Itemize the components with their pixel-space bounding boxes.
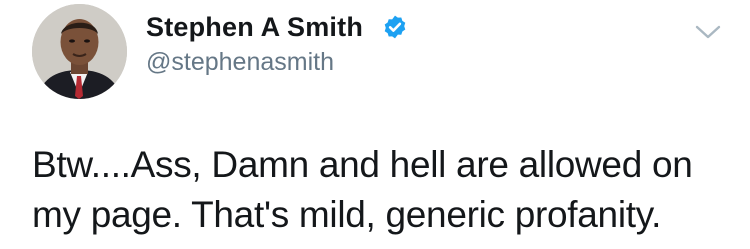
chevron-down-icon[interactable]: [693, 22, 723, 42]
verified-badge-icon: [384, 15, 406, 39]
tweet-text-line: my page. That's mild, generic profanity.: [32, 194, 662, 235]
avatar[interactable]: [32, 4, 127, 99]
user-handle[interactable]: @stephenasmith: [146, 48, 334, 77]
tweet-text-line: Btw....Ass, Damn and hell are allowed on: [32, 144, 693, 185]
tweet-text: Btw....Ass, Damn and hell are allowed on…: [32, 140, 732, 240]
tweet-card: Stephen A Smith @stephenasmith Btw....As…: [0, 0, 750, 249]
profile-photo-icon: [32, 4, 127, 99]
display-name[interactable]: Stephen A Smith: [146, 12, 363, 43]
